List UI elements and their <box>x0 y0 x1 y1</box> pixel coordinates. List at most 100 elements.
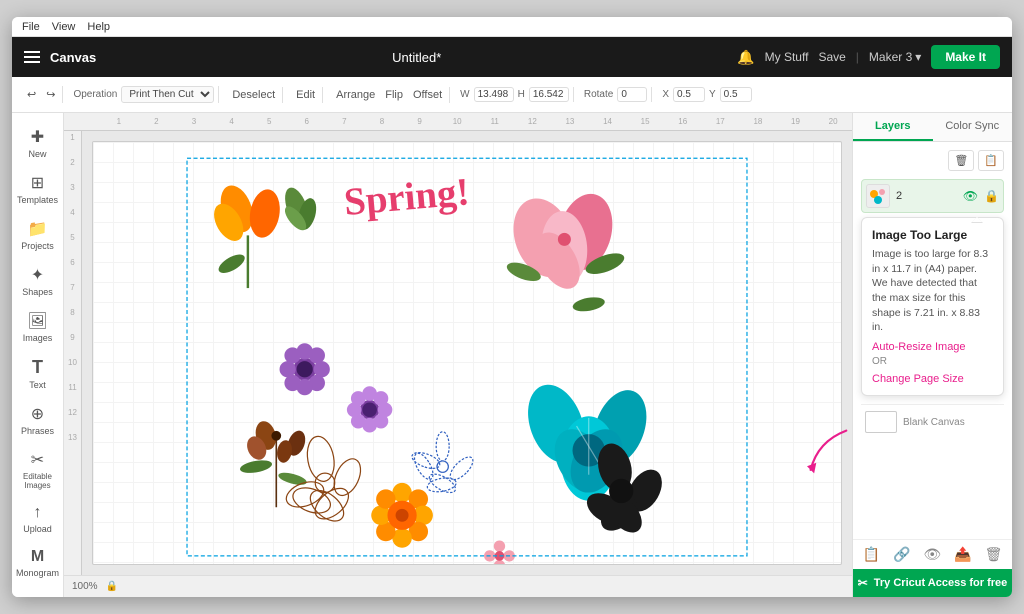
top-nav: Canvas Untitled* 🔔 My Stuff Save | Maker… <box>12 37 1012 77</box>
canvas-area: 1 2 3 4 5 6 7 8 9 10 11 12 13 14 15 16 1 <box>64 113 852 597</box>
projects-icon: 📁 <box>28 219 48 239</box>
menu-view[interactable]: View <box>52 21 76 33</box>
history-group: ↩ ↪ <box>20 86 63 103</box>
separator: | <box>856 50 859 64</box>
size-h-input[interactable] <box>529 87 569 102</box>
tab-color-sync[interactable]: Color Sync <box>933 113 1013 141</box>
notification-bell-icon[interactable]: 🔔 <box>737 49 754 66</box>
make-it-button[interactable]: Make It <box>931 45 1000 69</box>
text-icon: T <box>32 357 43 378</box>
pos-x-input[interactable] <box>673 87 705 102</box>
panel-duplicate-icon[interactable]: 📋 <box>863 546 880 563</box>
svg-text:Spring!: Spring! <box>342 170 471 224</box>
try-cricut-bar[interactable]: ✂ Try Cricut Access for free <box>853 569 1012 597</box>
auto-resize-link[interactable]: Auto-Resize Image <box>872 341 993 353</box>
app-window: File View Help Canvas Untitled* 🔔 My Stu… <box>12 17 1012 597</box>
sidebar-item-images[interactable]: 🖼 Images <box>14 305 62 349</box>
size-h-label: H <box>518 89 525 100</box>
size-w-input[interactable] <box>474 87 514 102</box>
pos-y-input[interactable] <box>720 87 752 102</box>
pos-y-label: Y <box>709 89 716 100</box>
panel-toolbar: 🗑 📋 <box>861 150 1004 171</box>
panel-delete-icon[interactable]: 🗑 <box>985 546 1003 563</box>
copy-layer-button[interactable]: 📋 <box>978 150 1004 171</box>
canvas-board: Spring! <box>92 141 842 565</box>
menu-help[interactable]: Help <box>87 21 110 33</box>
deselect-button[interactable]: Deselect <box>229 87 278 103</box>
layer-lock-icon[interactable]: 🔒 <box>984 189 999 203</box>
panel-visibility-icon[interactable]: 👁 <box>923 546 941 563</box>
monogram-icon: M <box>31 548 44 566</box>
layer-item[interactable]: 2 👁 🔒 <box>861 179 1004 213</box>
sidebar-item-new[interactable]: ✚ New <box>14 121 62 165</box>
arrange-group: Arrange Flip Offset <box>329 87 450 103</box>
left-sidebar: ✚ New ⊞ Templates 📁 Projects ✦ Shapes 🖼 … <box>12 113 64 597</box>
sidebar-item-editable-images[interactable]: ✂ Editable Images <box>14 444 62 496</box>
nav-right: 🔔 My Stuff Save | Maker 3 ▾ Make It <box>737 45 1000 69</box>
panel-export-icon[interactable]: 📤 <box>954 546 971 563</box>
sidebar-item-phrases[interactable]: ⊕ Phrases <box>14 398 62 442</box>
main-content: ✚ New ⊞ Templates 📁 Projects ✦ Shapes 🖼 … <box>12 113 1012 597</box>
flowers-canvas-svg: Spring! <box>93 142 841 564</box>
sidebar-item-upload[interactable]: ↑ Upload <box>14 498 62 540</box>
canvas-main[interactable]: Spring! <box>82 131 852 575</box>
blank-canvas-row: Blank Canvas <box>861 404 1004 439</box>
editable-images-icon: ✂ <box>31 450 44 470</box>
toolbar: ↩ ↪ Operation Print Then Cut Deselect Ed… <box>12 77 1012 113</box>
layer-visibility-icon[interactable]: 👁 <box>963 189 978 203</box>
menu-bar: File View Help <box>12 17 1012 37</box>
tooltip-body: Image is too large for 8.3 in x 11.7 in … <box>872 247 993 335</box>
sidebar-item-monogram[interactable]: M Monogram <box>14 542 62 584</box>
sidebar-item-text[interactable]: T Text <box>14 351 62 396</box>
redo-button[interactable]: ↪ <box>43 86 58 103</box>
tooltip-title: Image Too Large <box>872 228 993 242</box>
edit-group: Edit <box>289 87 323 103</box>
rotate-input[interactable] <box>617 87 647 102</box>
canvas-wrapper: 12345 678910 111213 Spring! <box>64 131 852 575</box>
sidebar-item-shapes[interactable]: ✦ Shapes <box>14 259 62 303</box>
tooltip-popup: Image Too Large Image is too large for 8… <box>861 217 1004 396</box>
upload-icon: ↑ <box>34 504 42 522</box>
images-icon: 🖼 <box>27 311 47 331</box>
nav-title: Untitled* <box>106 50 727 65</box>
sidebar-item-projects[interactable]: 📁 Projects <box>14 213 62 257</box>
position-group: X Y <box>658 87 755 102</box>
shapes-icon: ✦ <box>31 265 44 285</box>
cricut-icon: ✂ <box>858 576 868 590</box>
rotate-group: Rotate <box>580 87 652 102</box>
nav-logo: Canvas <box>50 50 96 65</box>
delete-layer-button[interactable]: 🗑 <box>948 150 974 171</box>
panel-bottom-icons: 📋 🔗 👁 📤 🗑 <box>853 539 1012 569</box>
blank-canvas-thumbnail <box>865 411 897 433</box>
save-link[interactable]: Save <box>818 50 845 64</box>
tooltip-or: OR <box>872 356 993 367</box>
sidebar-item-templates[interactable]: ⊞ Templates <box>14 167 62 211</box>
change-page-size-link[interactable]: Change Page Size <box>872 373 993 385</box>
menu-file[interactable]: File <box>22 21 40 33</box>
tab-layers[interactable]: Layers <box>853 113 933 141</box>
maker-selector[interactable]: Maker 3 ▾ <box>869 50 921 64</box>
panel-link-icon[interactable]: 🔗 <box>893 546 910 563</box>
panel-tabs: Layers Color Sync <box>853 113 1012 142</box>
layer-number: 2 <box>896 190 957 202</box>
try-cricut-label: Try Cricut Access for free <box>874 577 1007 589</box>
pos-x-label: X <box>662 89 669 100</box>
deselect-group: Deselect <box>225 87 283 103</box>
my-stuff-link[interactable]: My Stuff <box>765 50 809 64</box>
ruler-marks: 1 2 3 4 5 6 7 8 9 10 11 12 13 14 15 16 1 <box>100 117 852 126</box>
undo-button[interactable]: ↩ <box>24 86 39 103</box>
ruler-vertical: 12345 678910 111213 <box>64 131 82 575</box>
rotate-label: Rotate <box>584 89 613 100</box>
size-group: W H <box>456 87 574 102</box>
right-panel: Layers Color Sync 🗑 📋 <box>852 113 1012 597</box>
operation-group: Operation Print Then Cut <box>69 86 219 103</box>
phrases-icon: ⊕ <box>31 404 44 424</box>
operation-select[interactable]: Print Then Cut <box>121 86 214 103</box>
edit-button[interactable]: Edit <box>293 87 318 103</box>
layer-thumbnail <box>866 184 890 208</box>
flip-button[interactable]: Flip <box>382 87 406 103</box>
new-icon: ✚ <box>31 127 44 147</box>
hamburger-menu[interactable] <box>24 51 40 63</box>
offset-button[interactable]: Offset <box>410 87 445 103</box>
arrange-button[interactable]: Arrange <box>333 87 378 103</box>
